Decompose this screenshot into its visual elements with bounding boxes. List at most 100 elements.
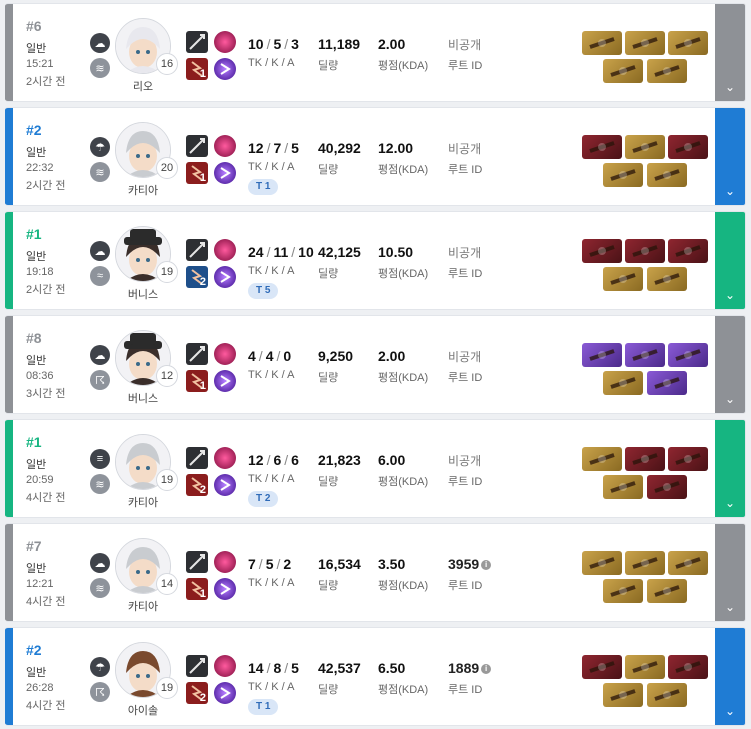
separator: / [258,348,263,364]
equipment-item-icon[interactable] [647,579,687,603]
separator: / [258,556,263,572]
route-label: 루트 ID [448,476,483,488]
kda-value: 14/8/5 [248,660,299,676]
character-level: 14 [156,573,178,595]
route-label: 루트 ID [448,268,483,280]
fog-icon: ≋ [90,162,110,182]
expand-toggle[interactable]: ⌄ [715,628,745,725]
result-color-bar [5,108,13,205]
separator: / [276,348,281,364]
equipment-item-icon[interactable] [582,551,622,575]
equipment-item-icon[interactable] [647,683,687,707]
separator: / [284,36,289,52]
character-name: 버니스 [127,289,159,301]
skill-icon [214,343,236,365]
match-row[interactable]: #1 일반 19:18 2시간 전 ☁ ≈ 19 버니스 2 24/11/10 TK / K / … [5,211,746,310]
equipment-item-icon[interactable] [668,135,708,159]
equipment-item-icon[interactable] [668,655,708,679]
equipment-item-icon[interactable] [582,343,622,367]
fog-icon: ≋ [90,578,110,598]
equipment-item-icon[interactable] [603,371,643,395]
route-id[interactable]: 3959 i [448,556,492,572]
equipment-item-icon[interactable] [668,239,708,263]
score-label: 평점(KDA) [378,684,429,696]
result-color-bar [5,316,13,413]
kda-label: TK / K / A [248,161,295,173]
equipment-item-icon[interactable] [582,135,622,159]
damage-value: 9,250 [318,348,354,364]
match-row[interactable]: #2 일반 22:32 2시간 전 ☂ ≋ 20 카티아 1 12/7/5 TK / K / AT… [5,107,746,206]
equipment-item-icon[interactable] [603,579,643,603]
equipment-item-icon[interactable] [668,551,708,575]
expand-toggle[interactable]: ⌄ [715,524,745,621]
equipment-item-icon[interactable] [603,267,643,291]
equipment-item-icon[interactable] [625,239,665,263]
equipment-item-icon[interactable] [603,59,643,83]
score-label: 평점(KDA) [378,372,429,384]
play-duration: 08:36 [26,370,54,382]
damage-label: 딜량 [318,60,339,72]
wind-icon: ≈ [90,266,110,286]
expand-toggle[interactable]: ⌄ [715,212,745,309]
equipment-item-icon[interactable] [625,655,665,679]
route-label: 루트 ID [448,580,483,592]
equipment-item-icon[interactable] [647,475,687,499]
tornado-icon: ≡ [90,449,110,469]
played-ago: 4시간 전 [26,492,66,504]
match-history-list: #6 일반 15:21 2시간 전 ☁ ≋ 16 리오 1 10/5/3 TK / K / A 11… [0,0,751,729]
equipment-item-icon[interactable] [625,31,665,55]
kda-label: TK / K / A [248,577,295,589]
equipment-item-icon[interactable] [582,655,622,679]
match-row[interactable]: #6 일반 15:21 2시간 전 ☁ ≋ 16 리오 1 10/5/3 TK / K / A 11… [5,3,746,102]
equipment-item-icon[interactable] [582,31,622,55]
tactical-skill-icon [214,162,236,184]
equipment-item-icon[interactable] [603,163,643,187]
equipment-item-icon[interactable] [603,683,643,707]
cloud-icon: ☁ [90,345,110,365]
equipment-item-icon[interactable] [668,31,708,55]
route-id-value: 비공개 [448,142,482,156]
equipment-item-icon[interactable] [582,239,622,263]
match-row[interactable]: #8 일반 08:36 3시간 전 ☁ ☈ 12 버니스 1 4/4/0 TK / K / A 9,… [5,315,746,414]
trait-icon: 1 [186,370,208,392]
character-name: 아이솔 [127,705,159,717]
match-row[interactable]: #7 일반 12:21 4시간 전 ☁ ≋ 14 카티아 1 7/5/2 TK / K / A 16… [5,523,746,622]
expand-toggle[interactable]: ⌄ [715,108,745,205]
rank-label: #8 [26,330,42,346]
equipment-item-icon[interactable] [603,475,643,499]
equipment-item-icon[interactable] [647,267,687,291]
route-label: 루트 ID [448,164,483,176]
equipment-item-icon[interactable] [582,447,622,471]
expand-toggle[interactable]: ⌄ [715,420,745,517]
info-icon[interactable]: i [481,560,492,571]
kda-label: TK / K / A [248,681,295,693]
shotgun-icon [186,343,208,365]
character-level: 19 [156,469,178,491]
team-kills: 12 [248,452,264,468]
character-level: 16 [156,53,178,75]
rain-icon: ☂ [90,137,110,157]
equipment-item-icon[interactable] [625,343,665,367]
equipment-item-icon[interactable] [625,135,665,159]
route-label: 루트 ID [448,684,483,696]
equipment-item-icon[interactable] [668,447,708,471]
match-row[interactable]: #1 일반 20:59 4시간 전 ≡ ≋ 19 카티아 2 12/6/6 TK / K / AT… [5,419,746,518]
equipment-item-icon[interactable] [625,447,665,471]
cloud-icon: ☁ [90,241,110,261]
expand-toggle[interactable]: ⌄ [715,4,745,101]
route-id[interactable]: 1889 i [448,660,492,676]
equipment-item-icon[interactable] [647,371,687,395]
equipment-item-icon[interactable] [668,343,708,367]
equipment-item-icon[interactable] [625,551,665,575]
game-mode: 일반 [26,43,47,55]
info-icon[interactable]: i [481,664,492,675]
sniper-icon [186,135,208,157]
match-row[interactable]: #2 일반 26:28 4시간 전 ☂ ☈ 19 아이솔 2 14/8/5 TK / K / AT… [5,627,746,726]
equipment-item-icon[interactable] [647,59,687,83]
equipment-item-icon[interactable] [647,163,687,187]
kda-label: TK / K / A [248,265,295,277]
trait-icon: 2 [186,474,208,496]
route-id: 비공개 [448,348,481,365]
expand-toggle[interactable]: ⌄ [715,316,745,413]
score-label: 평점(KDA) [378,476,429,488]
